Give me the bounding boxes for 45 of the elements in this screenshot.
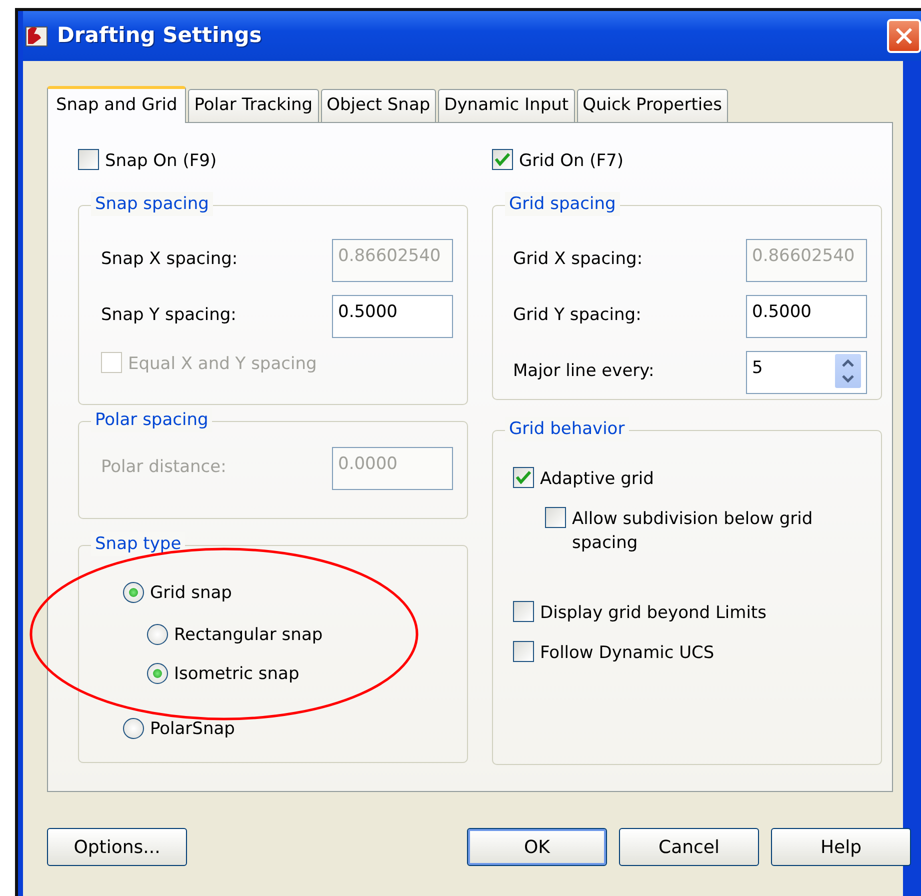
field-label: Snap X spacing: [101,248,238,272]
group-title: Grid spacing [505,192,620,216]
field-label: Grid Y spacing: [513,304,642,328]
tab[interactable]: Snap and Grid [47,86,186,123]
dialog-button[interactable]: Help [771,828,911,866]
dialog-button[interactable]: OK [467,828,607,866]
dialog-button[interactable]: Options... [47,828,187,866]
radio-button[interactable] [147,624,168,645]
dialog-button[interactable]: Cancel [619,828,759,866]
radio-label: Isometric snap [174,663,300,685]
checkbox[interactable] [545,507,566,528]
radio-button[interactable] [123,718,144,739]
checkbox[interactable] [513,601,534,622]
checkbox-label: Equal X and Y spacing [128,353,317,376]
window-title: Drafting Settings [57,22,262,50]
checkbox[interactable] [78,149,99,170]
checkbox-label: Display grid beyond Limits [540,602,766,625]
spinner-arrows-icon[interactable] [835,354,861,388]
tab[interactable]: Quick Properties [576,89,728,122]
field-label: Grid X spacing: [513,248,643,272]
close-button[interactable] [887,19,921,53]
checkbox-label: Grid On (F7) [519,150,624,173]
field-label: Major line every: [513,360,654,384]
checkbox[interactable] [492,149,513,170]
field-label: Snap Y spacing: [101,304,236,328]
radio-label: PolarSnap [150,718,235,740]
field-label: Polar distance: [101,456,226,480]
radio-label: Rectangular snap [174,624,323,646]
group-title: Snap spacing [91,192,213,216]
checkbox-label: Follow Dynamic UCS [540,642,714,665]
radio-button[interactable] [123,582,144,603]
input-field[interactable]: 0.5000 [332,294,453,338]
checkbox-label: Snap On (F9) [105,150,217,173]
tab[interactable]: Dynamic Input [438,89,575,122]
radio-button[interactable] [147,663,168,684]
spinner-field[interactable]: 5 [746,350,867,394]
input-field[interactable]: 0.5000 [746,294,867,338]
tab[interactable]: Polar Tracking [188,89,319,122]
checkbox[interactable] [513,641,534,662]
checkbox-label: Adaptive grid [540,468,654,491]
checkbox[interactable] [513,467,534,488]
radio-label: Grid snap [150,582,232,604]
tab[interactable]: Object Snap [320,89,436,122]
checkbox-label: Allow subdivision below grid spacing [572,508,814,555]
close-icon [894,26,914,46]
